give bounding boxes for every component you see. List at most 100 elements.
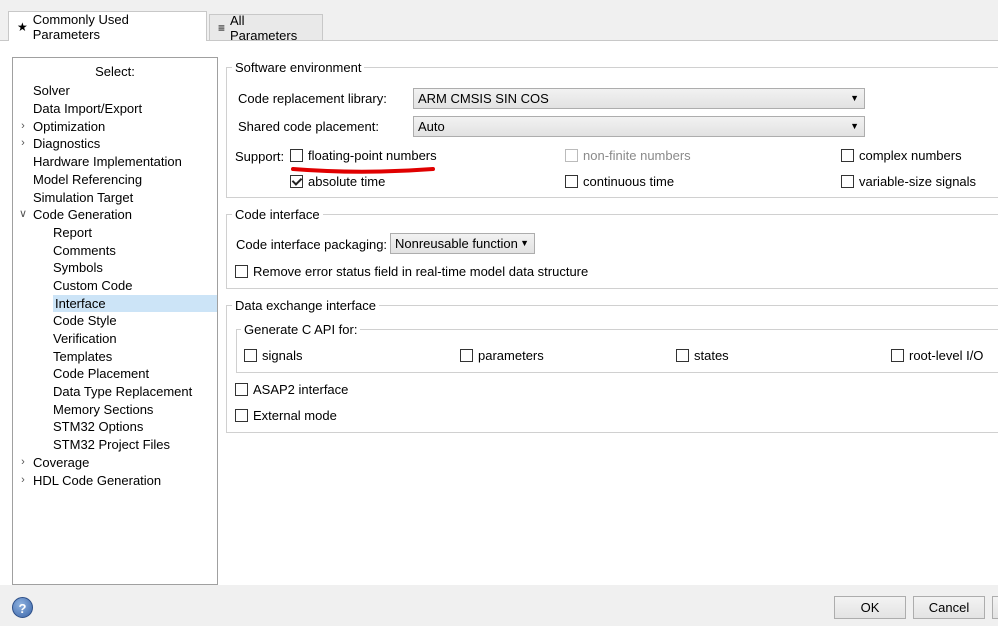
group-title: Data exchange interface xyxy=(232,298,379,313)
absolute-time-checkbox[interactable]: absolute time xyxy=(290,174,385,189)
tree-item-label: STM32 Options xyxy=(53,419,144,434)
checkbox-label: variable-size signals xyxy=(859,174,977,189)
chevron-down-icon[interactable]: ∨ xyxy=(18,206,28,223)
checkbox-label: root-level I/O xyxy=(909,348,984,363)
tree-item[interactable]: Coverage xyxy=(33,454,217,471)
dropdown-value: ARM CMSIS SIN COS xyxy=(418,91,549,106)
caret-down-icon: ▼ xyxy=(850,93,859,103)
tree-item-label: Model Referencing xyxy=(33,172,143,187)
non-finite-checkbox[interactable]: non-finite numbers xyxy=(565,148,691,163)
tree-item-label: Custom Code xyxy=(53,278,133,293)
tree-item[interactable]: STM32 Project Files xyxy=(53,436,217,453)
complex-numbers-checkbox[interactable]: complex numbers xyxy=(841,148,962,163)
chevron-right-icon[interactable]: › xyxy=(18,454,28,471)
checkbox-box xyxy=(290,175,303,188)
checkbox-label: absolute time xyxy=(308,174,386,189)
tree-item[interactable]: STM32 Options xyxy=(53,418,217,435)
tree-item[interactable]: Data Type Replacement xyxy=(53,383,217,400)
group-title: Software environment xyxy=(232,60,365,75)
checkbox-label: continuous time xyxy=(583,174,675,189)
tree-item-label: Coverage xyxy=(33,455,90,470)
tree-item[interactable]: Code Generation xyxy=(33,206,217,223)
checkbox-label: floating-point numbers xyxy=(308,148,437,163)
tree-item[interactable]: Templates xyxy=(53,348,217,365)
tree-item-label: Diagnostics xyxy=(33,136,101,151)
tab-commonly-used[interactable]: ★ Commonly Used Parameters xyxy=(8,11,207,42)
checkbox-box xyxy=(841,175,854,188)
tab-label: All Parameters xyxy=(230,12,298,43)
list-icon: ≡ xyxy=(218,20,226,35)
checkbox-box xyxy=(235,409,248,422)
tree-heading: Select: xyxy=(95,64,135,79)
tree-item-label: Optimization xyxy=(33,119,106,134)
dropdown-value: Nonreusable function xyxy=(395,236,518,251)
packaging-dropdown[interactable]: Nonreusable function ▼ xyxy=(390,233,535,254)
continuous-time-checkbox[interactable]: continuous time xyxy=(565,174,674,189)
tree-item[interactable]: Verification xyxy=(53,330,217,347)
tree-item-label: Templates xyxy=(53,349,113,364)
checkbox-box xyxy=(235,383,248,396)
capi-root-io-checkbox[interactable]: root-level I/O xyxy=(891,348,983,363)
asap2-checkbox[interactable]: ASAP2 interface xyxy=(235,382,348,397)
tree-item[interactable]: Diagnostics xyxy=(33,135,217,152)
checkbox-label: non-finite numbers xyxy=(583,148,691,163)
shared-code-dropdown[interactable]: Auto ▼ xyxy=(413,116,865,137)
tree-item[interactable]: Hardware Implementation xyxy=(33,153,217,170)
tree-item-label: Solver xyxy=(33,83,70,98)
checkbox-label: signals xyxy=(262,348,303,363)
tree-item-label: HDL Code Generation xyxy=(33,473,162,488)
checkbox-label: External mode xyxy=(253,408,337,423)
support-label: Support: xyxy=(235,149,285,164)
chevron-right-icon[interactable]: › xyxy=(18,472,28,489)
tree-item[interactable]: Code Placement xyxy=(53,365,217,382)
tab-all-parameters[interactable]: ≡ All Parameters xyxy=(209,12,323,43)
tree-item[interactable]: Solver xyxy=(33,82,217,99)
tree-item-label: Data Type Replacement xyxy=(53,384,193,399)
tree-item[interactable]: HDL Code Generation xyxy=(33,472,217,489)
tree-item[interactable]: Data Import/Export xyxy=(33,100,217,117)
capi-parameters-checkbox[interactable]: parameters xyxy=(460,348,544,363)
tree-item[interactable]: Code Style xyxy=(53,312,217,329)
checkbox-label: states xyxy=(694,348,729,363)
checkbox-box xyxy=(565,175,578,188)
checkbox-box xyxy=(565,149,578,162)
chevron-right-icon[interactable]: › xyxy=(18,135,28,152)
category-tree: Select: Solver Data Import/Export Optimiza… xyxy=(12,57,218,585)
dropdown-value: Auto xyxy=(418,119,445,134)
tree-item-label: Code Placement xyxy=(53,366,150,381)
group-title: Code interface xyxy=(232,207,323,222)
help-icon[interactable]: ? xyxy=(12,597,33,618)
checkbox-label: complex numbers xyxy=(859,148,962,163)
tree-item[interactable]: Simulation Target xyxy=(33,189,217,206)
tree-item-label: Comments xyxy=(53,243,116,258)
tree-item-label: Code Generation xyxy=(33,207,133,222)
tree-item-label: Simulation Target xyxy=(33,190,134,205)
tree-item-label: Code Style xyxy=(53,313,117,328)
apply-button-partial[interactable] xyxy=(992,596,998,619)
ok-button[interactable]: OK xyxy=(834,596,906,619)
floating-point-checkbox[interactable]: floating-point numbers xyxy=(290,148,437,163)
tree-item[interactable]: Memory Sections xyxy=(53,401,217,418)
tree-item-label: Symbols xyxy=(53,260,103,275)
tree-item[interactable]: Model Referencing xyxy=(33,171,217,188)
tree-item[interactable]: Interface xyxy=(53,295,217,312)
tab-label: Commonly Used Parameters xyxy=(32,11,129,42)
external-mode-checkbox[interactable]: External mode xyxy=(235,408,337,423)
caret-down-icon: ▼ xyxy=(520,238,529,248)
shared-code-label: Shared code placement: xyxy=(238,119,379,134)
capi-signals-checkbox[interactable]: signals xyxy=(244,348,302,363)
chevron-right-icon[interactable]: › xyxy=(18,118,28,135)
capi-states-checkbox[interactable]: states xyxy=(676,348,729,363)
tree-item[interactable]: Symbols xyxy=(53,259,217,276)
checkbox-box xyxy=(244,349,257,362)
checkbox-label: ASAP2 interface xyxy=(253,382,349,397)
tree-item[interactable]: Custom Code xyxy=(53,277,217,294)
code-replacement-dropdown[interactable]: ARM CMSIS SIN COS ▼ xyxy=(413,88,865,109)
variable-size-checkbox[interactable]: variable-size signals xyxy=(841,174,976,189)
tree-item[interactable]: Report xyxy=(53,224,217,241)
remove-error-status-checkbox[interactable]: Remove error status field in real-time m… xyxy=(235,264,588,279)
tree-item[interactable]: Optimization xyxy=(33,118,217,135)
cancel-button[interactable]: Cancel xyxy=(913,596,985,619)
star-icon: ★ xyxy=(17,19,28,34)
tree-item[interactable]: Comments xyxy=(53,242,217,259)
